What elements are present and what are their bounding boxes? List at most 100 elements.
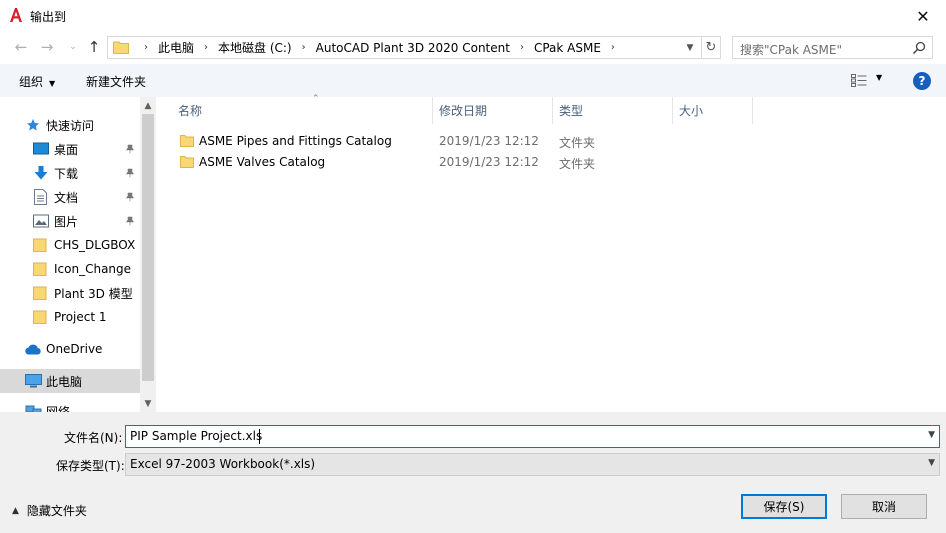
navigation-pane: 快速访问 桌面 下载 文档 图片 CHS_DLGBOX Icon_Change …: [0, 97, 156, 412]
column-header-name[interactable]: 名称 ⌃: [172, 94, 433, 124]
nav-item-downloads[interactable]: 下载: [0, 161, 140, 185]
desktop-icon: [33, 142, 49, 155]
scroll-thumb[interactable]: [142, 114, 154, 381]
hide-folders-button[interactable]: ▲ 隐藏文件夹: [12, 502, 87, 519]
breadcrumb-local-disk[interactable]: 本地磁盘 (C:): [218, 39, 292, 56]
folder-icon: [180, 156, 194, 168]
nav-label: Icon_Change: [54, 262, 132, 276]
recent-locations-chevron-icon[interactable]: ⌄: [64, 37, 82, 57]
nav-label: OneDrive: [46, 342, 103, 356]
nav-label: Project 1: [54, 310, 107, 324]
file-name: ASME Pipes and Fittings Catalog: [199, 134, 392, 148]
download-arrow-icon: [34, 166, 48, 180]
folder-icon: [33, 262, 47, 276]
chevron-up-icon: ▲: [12, 505, 19, 516]
filename-input[interactable]: PIP Sample Project.xls ▼: [125, 425, 940, 448]
table-row[interactable]: ASME Pipes and Fittings Catalog 2019/1/2…: [174, 131, 794, 152]
view-options-icon[interactable]: [851, 74, 867, 87]
pictures-icon: [33, 214, 49, 228]
nav-label: 此电脑: [46, 374, 83, 389]
window-title: 输出到: [30, 10, 67, 24]
hide-folders-label: 隐藏文件夹: [26, 504, 87, 518]
column-header-date[interactable]: 修改日期: [433, 97, 553, 124]
pin-icon[interactable]: [125, 144, 135, 154]
new-folder-button[interactable]: 新建文件夹: [86, 73, 146, 90]
text-cursor: [259, 429, 260, 444]
folder-icon: [33, 238, 47, 252]
file-date: 2019/1/23 12:12: [439, 155, 539, 169]
nav-label: 文档: [54, 190, 79, 205]
filetype-value: Excel 97-2003 Workbook(*.xls): [130, 457, 316, 471]
table-row[interactable]: ASME Valves Catalog 2019/1/23 12:12 文件夹: [174, 152, 794, 173]
nav-onedrive[interactable]: OneDrive: [0, 337, 140, 361]
breadcrumb-cpak-asme[interactable]: CPak ASME: [534, 41, 601, 55]
close-button[interactable]: ✕: [900, 0, 946, 32]
nav-label: 下载: [54, 166, 79, 181]
search-icon[interactable]: [912, 41, 926, 55]
nav-item-plant-3d-model[interactable]: Plant 3D 模型: [0, 281, 140, 305]
nav-item-pictures[interactable]: 图片: [0, 209, 140, 233]
address-row: ← → ⌄ ↑ › 此电脑 › 本地磁盘 (C:) › AutoCAD Plan…: [0, 32, 946, 62]
column-name-label: 名称: [178, 104, 203, 118]
document-icon: [34, 189, 47, 205]
address-dropdown-icon[interactable]: ▼: [683, 39, 697, 56]
pin-icon[interactable]: [125, 168, 135, 178]
save-button[interactable]: 保存(S): [741, 494, 827, 519]
address-bar[interactable]: › 此电脑 › 本地磁盘 (C:) › AutoCAD Plant 3D 202…: [107, 36, 721, 59]
refresh-icon[interactable]: ↻: [701, 37, 720, 58]
cancel-button[interactable]: 取消: [841, 494, 927, 519]
nav-quick-access[interactable]: 快速访问: [0, 113, 140, 137]
file-type: 文件夹: [559, 136, 596, 150]
nav-label: 桌面: [54, 142, 79, 157]
up-arrow-icon[interactable]: ↑: [85, 37, 103, 57]
breadcrumb-separator-icon[interactable]: ›: [302, 42, 306, 53]
nav-label: Plant 3D 模型: [54, 286, 133, 301]
breadcrumb: › 此电脑 › 本地磁盘 (C:) › AutoCAD Plant 3D 202…: [134, 37, 625, 58]
chevron-down-icon[interactable]: ▼: [928, 430, 935, 440]
nav-scrollbar[interactable]: ▲ ▼: [140, 97, 156, 412]
title-bar: 输出到 ✕: [0, 0, 946, 32]
nav-item-icon-change[interactable]: Icon_Change: [0, 257, 140, 281]
nav-item-project-1[interactable]: Project 1: [0, 305, 140, 329]
cloud-icon: [25, 344, 41, 355]
star-icon: [27, 119, 39, 131]
folder-icon: [180, 135, 194, 147]
nav-item-desktop[interactable]: 桌面: [0, 137, 140, 161]
autocad-app-icon: [10, 8, 22, 22]
nav-item-chs-dlgbox[interactable]: CHS_DLGBOX: [0, 233, 140, 257]
breadcrumb-separator-icon[interactable]: ›: [204, 42, 208, 53]
folder-icon: [33, 310, 47, 324]
help-icon[interactable]: ?: [913, 72, 931, 90]
nav-network[interactable]: 网络: [0, 399, 140, 412]
pin-icon[interactable]: [125, 216, 135, 226]
nav-label: 快速访问: [46, 118, 95, 133]
breadcrumb-separator-icon[interactable]: ›: [611, 42, 615, 53]
view-dropdown-icon[interactable]: ▼: [876, 73, 882, 82]
nav-item-documents[interactable]: 文档: [0, 185, 140, 209]
network-icon: [25, 405, 42, 412]
pin-icon[interactable]: [125, 192, 135, 202]
command-toolbar: 组织 ▼ 新建文件夹 ▼ ?: [0, 64, 946, 97]
search-input[interactable]: 搜索"CPak ASME": [732, 36, 933, 59]
file-name: ASME Valves Catalog: [199, 155, 326, 169]
organize-menu[interactable]: 组织 ▼: [19, 73, 55, 90]
breadcrumb-separator-icon[interactable]: ›: [520, 42, 524, 53]
column-header-size[interactable]: 大小: [673, 97, 753, 124]
scroll-up-icon[interactable]: ▲: [140, 97, 156, 114]
breadcrumb-separator-icon[interactable]: ›: [144, 42, 148, 53]
file-list: 名称 ⌃ 修改日期 类型 大小 ASME Pipes and Fittings …: [158, 94, 946, 412]
save-form: 文件名(N): PIP Sample Project.xls ▼ 保存类型(T)…: [0, 412, 946, 533]
back-arrow-icon[interactable]: ←: [12, 37, 30, 57]
folder-icon: [113, 41, 129, 54]
forward-arrow-icon[interactable]: →: [38, 37, 56, 57]
filetype-select[interactable]: Excel 97-2003 Workbook(*.xls) ▼: [125, 453, 940, 476]
nav-this-pc[interactable]: 此电脑: [0, 369, 140, 393]
scroll-down-icon[interactable]: ▼: [140, 395, 156, 412]
breadcrumb-this-pc[interactable]: 此电脑: [158, 39, 194, 56]
filetype-label: 保存类型(T):: [56, 459, 125, 473]
organize-label: 组织: [19, 75, 44, 89]
column-header-type[interactable]: 类型: [553, 97, 673, 124]
nav-label: 网络: [46, 404, 71, 413]
breadcrumb-autocad-content[interactable]: AutoCAD Plant 3D 2020 Content: [316, 41, 510, 55]
chevron-down-icon[interactable]: ▼: [928, 458, 935, 468]
